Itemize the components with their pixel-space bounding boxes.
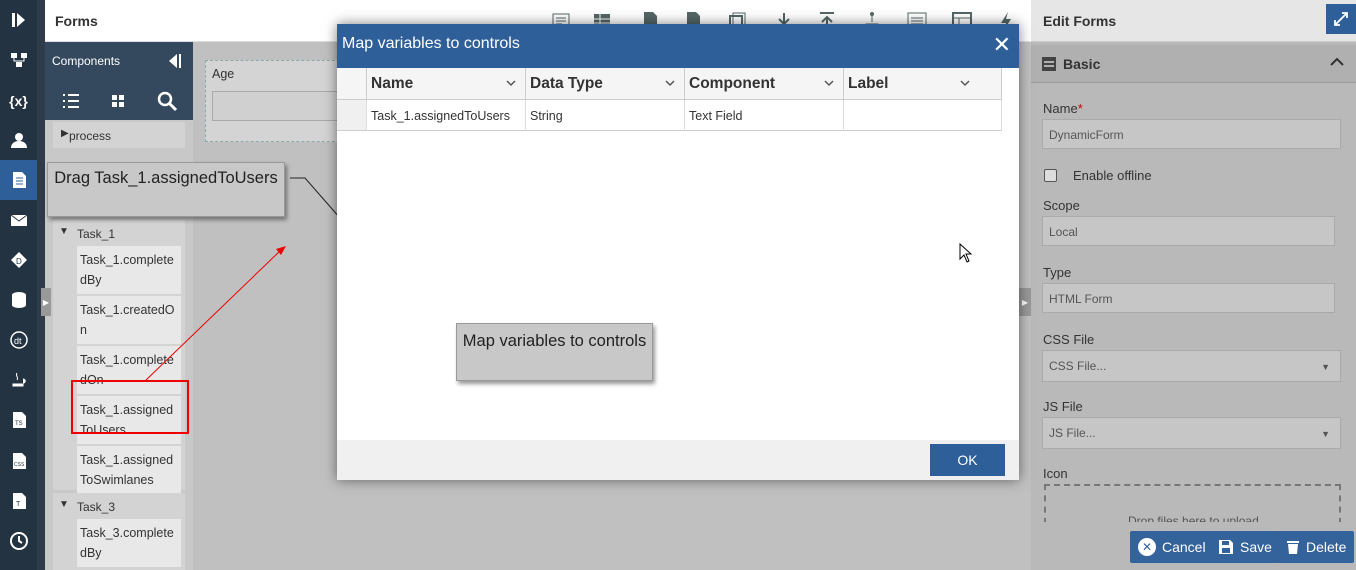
table-cell-component[interactable]: Text Field: [685, 100, 844, 131]
map-callout: Map variables to controls: [456, 323, 653, 381]
dialog-header: Map variables to controls ✕: [337, 24, 1019, 68]
column-header-label[interactable]: Label: [844, 68, 1002, 100]
row-selector[interactable]: [337, 100, 367, 131]
table-cell-name[interactable]: Task_1.assignedToUsers: [367, 100, 526, 131]
dialog-title: Map variables to controls: [342, 35, 520, 52]
map-variables-dialog: Map variables to controls ✕ Name Data Ty…: [337, 24, 1019, 480]
column-header-component[interactable]: Component: [685, 68, 844, 100]
column-header-name[interactable]: Name: [367, 68, 526, 100]
chevron-down-icon[interactable]: [959, 77, 971, 89]
ok-button[interactable]: OK: [930, 444, 1005, 476]
chevron-down-icon[interactable]: [505, 77, 517, 89]
chevron-down-icon[interactable]: [823, 77, 835, 89]
mouse-cursor-icon: [959, 243, 973, 263]
column-header-data-type[interactable]: Data Type: [526, 68, 685, 100]
dialog-footer: [337, 440, 1019, 480]
table-cell-data-type[interactable]: String: [526, 100, 685, 131]
table-cell-label[interactable]: [844, 100, 1002, 131]
close-icon[interactable]: ✕: [993, 34, 1011, 56]
chevron-down-icon[interactable]: [664, 77, 676, 89]
drag-callout: Drag Task_1.assignedToUsers: [47, 162, 285, 217]
row-selector-header: [337, 68, 367, 100]
